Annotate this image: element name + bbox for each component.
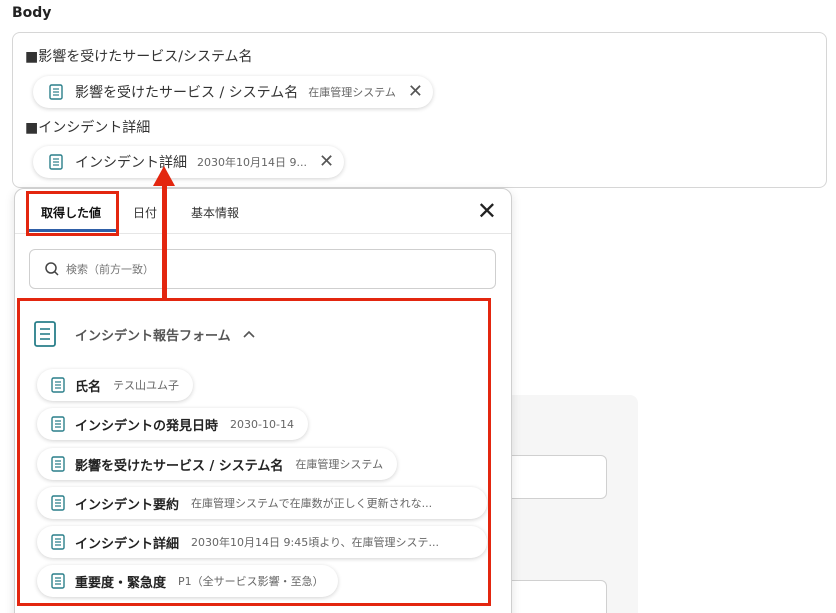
body-editor[interactable]: ■影響を受けたサービス/システム名 影響を受けたサービス / システム名 在庫管… (12, 32, 827, 188)
close-icon[interactable]: ✕ (477, 199, 497, 223)
search-input[interactable] (66, 262, 446, 276)
chip-value: 在庫管理システム (308, 86, 396, 99)
chip-title: 影響を受けたサービス / システム名 (75, 85, 299, 101)
form-variable-icon (49, 154, 63, 170)
chip-value: 2030年10月14日 9... (197, 156, 307, 169)
tab-date[interactable]: 日付 (133, 204, 157, 221)
search-field[interactable] (29, 249, 496, 289)
form-variable-icon (49, 84, 63, 100)
annotation-arrow-shaft (162, 184, 167, 300)
variable-chip-service[interactable]: 影響を受けたサービス / システム名 在庫管理システム ✕ (33, 76, 433, 108)
editor-line-detail: ■インシデント詳細 (25, 120, 151, 136)
search-icon (45, 262, 59, 276)
editor-line-service: ■影響を受けたサービス/システム名 (25, 49, 253, 65)
remove-chip-icon[interactable]: ✕ (408, 83, 423, 101)
body-label: Body (12, 5, 52, 21)
tab-basic-info[interactable]: 基本情報 (191, 204, 239, 221)
highlight-tab-box (26, 191, 119, 236)
remove-chip-icon[interactable]: ✕ (319, 153, 334, 171)
page: Body ■影響を受けたサービス/システム名 影響を受けたサービス / システム… (0, 0, 836, 613)
annotation-arrow-head (153, 166, 175, 186)
highlight-list-box (17, 298, 491, 606)
variable-chip-detail[interactable]: インシデント詳細 2030年10月14日 9... ✕ (33, 146, 345, 178)
